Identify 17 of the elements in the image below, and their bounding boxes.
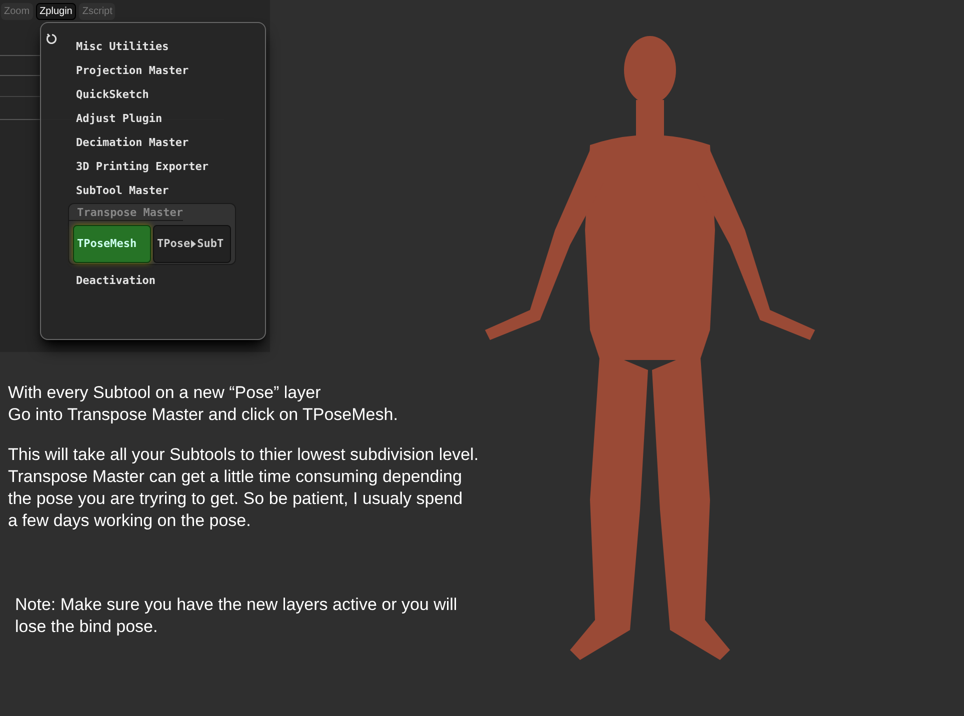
instruction-paragraph: With every Subtool on a new “Pose” layer Go into Transpose Master and click on TPoseMesh. bbox=[8, 382, 399, 426]
plugin-button[interactable]: TPose SubT bbox=[153, 225, 231, 263]
menu-item[interactable]: Deactivation bbox=[76, 273, 265, 297]
menu-item[interactable]: Adjust Plugin bbox=[76, 111, 265, 135]
submenu-title[interactable]: Transpose Master bbox=[69, 204, 183, 221]
menu-item[interactable]: SubTool Master bbox=[76, 183, 265, 207]
instruction-paragraph: This will take all your Subtools to thier lowest subdivision level. Transpose Master can get a little time consuming depending the pose you are tryring to get. So be patient, I usualy spend a few days working on the pose. bbox=[8, 444, 479, 532]
arrow-icon bbox=[191, 240, 196, 248]
refresh-icon[interactable] bbox=[46, 33, 58, 45]
menu-item[interactable]: Misc Utilities bbox=[76, 39, 265, 63]
plugin-button[interactable]: TPoseMesh bbox=[73, 225, 151, 263]
tab[interactable]: Zplugin bbox=[36, 3, 76, 20]
menu-item[interactable]: Projection Master bbox=[76, 63, 265, 87]
menu-item[interactable]: Decimation Master bbox=[76, 135, 265, 159]
menu-item[interactable]: QuickSketch bbox=[76, 87, 265, 111]
note-paragraph: Note: Make sure you have the new layers active or you will lose the bind pose. bbox=[15, 594, 458, 638]
menu-item[interactable]: 3D Printing Exporter bbox=[76, 159, 265, 183]
